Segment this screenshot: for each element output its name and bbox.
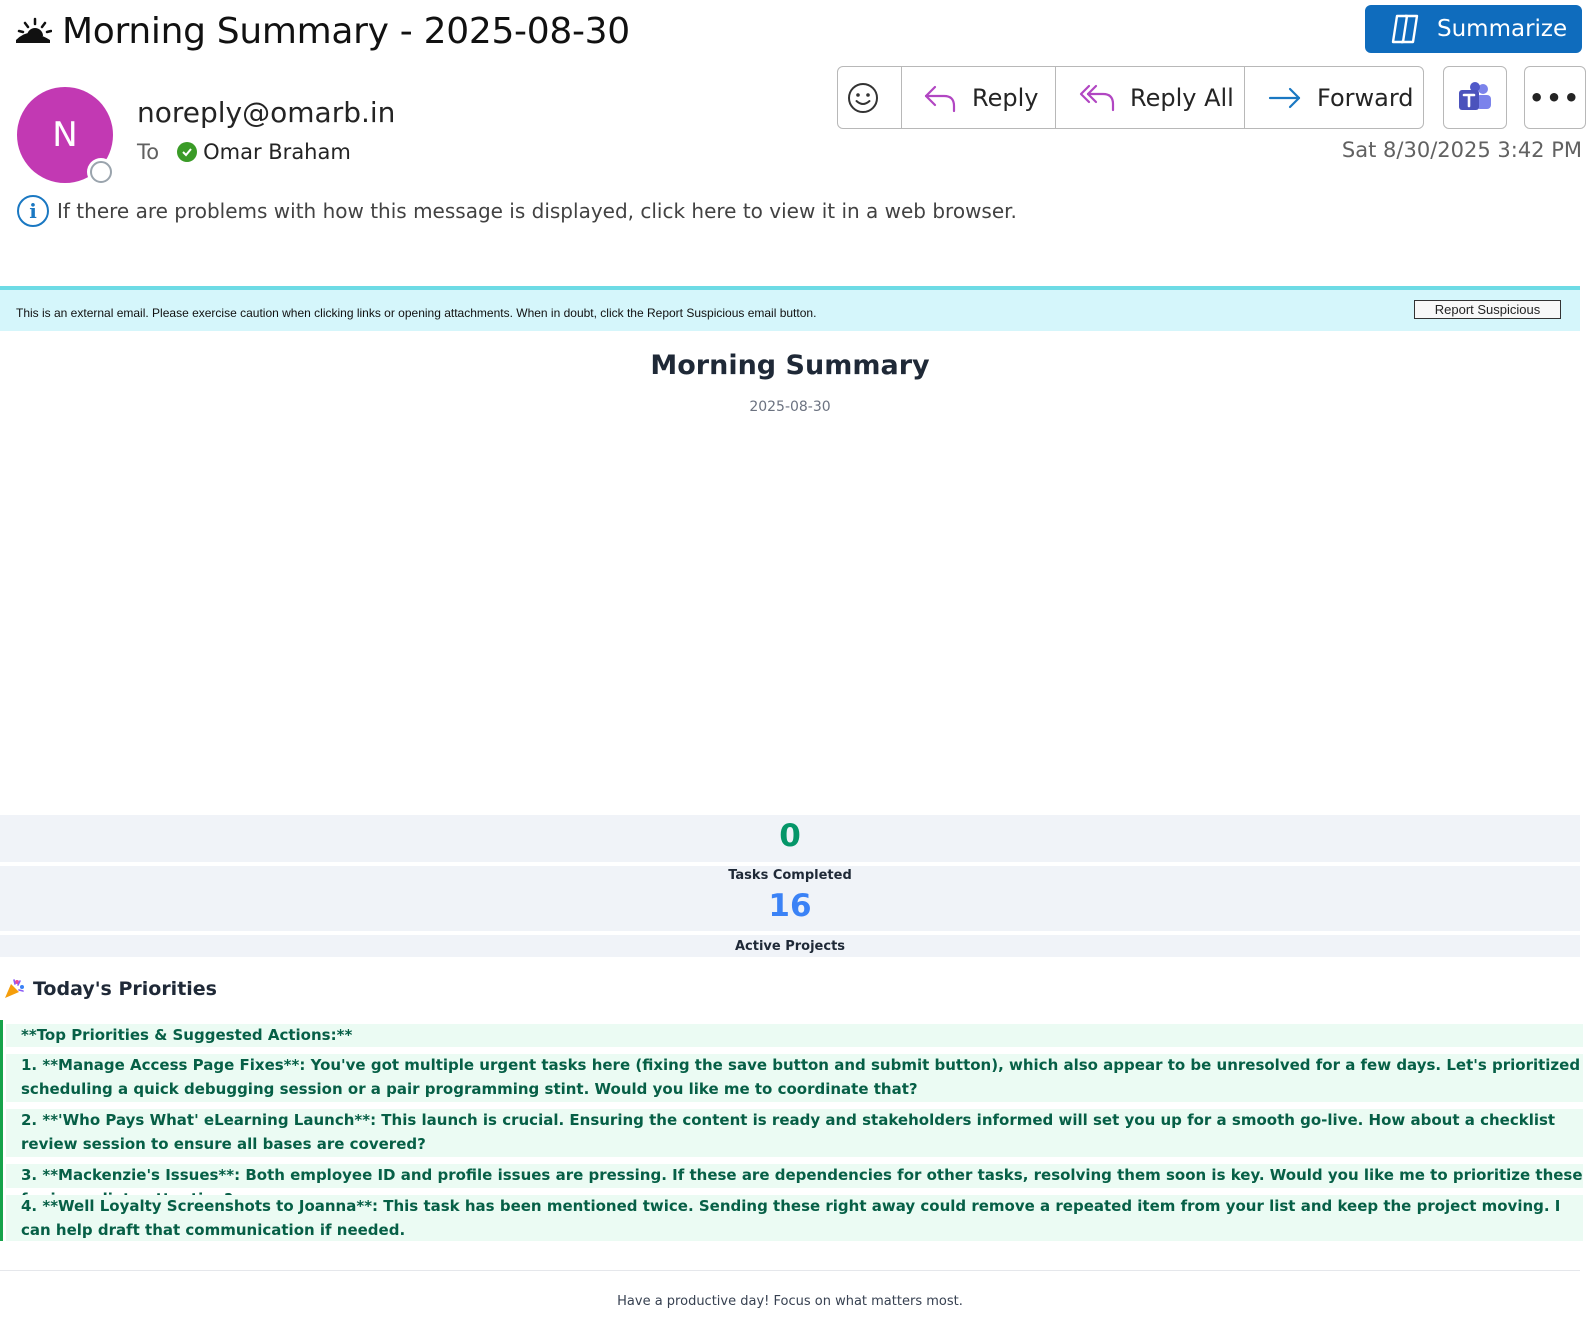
priority-header: **Top Priorities & Suggested Actions:** (6, 1024, 1583, 1047)
reply-button[interactable]: Reply (902, 67, 1056, 128)
presence-status-icon (87, 158, 115, 186)
priorities-heading: Today's Priorities (3, 978, 217, 1000)
info-icon: i (17, 195, 49, 227)
external-email-banner: This is an external email. Please exerci… (0, 286, 1580, 331)
tasks-completed-value: 0 (779, 818, 801, 854)
display-problem-text[interactable]: If there are problems with how this mess… (57, 199, 1017, 223)
priority-item: 4. **Well Loyalty Screenshots to Joanna*… (6, 1195, 1583, 1241)
teams-icon (1459, 81, 1491, 110)
forward-button[interactable]: Forward (1245, 67, 1423, 128)
teams-share-button[interactable] (1443, 66, 1507, 129)
summarize-label: Summarize (1437, 16, 1568, 42)
display-problem-notice[interactable]: i If there are problems with how this me… (17, 195, 1017, 227)
more-actions-button[interactable]: ••• (1524, 66, 1586, 129)
email-subject: Morning Summary - 2025-08-30 (62, 10, 630, 52)
copilot-icon (1391, 14, 1419, 44)
summary-date: 2025-08-30 (749, 399, 831, 415)
priority-item: 3. **Mackenzie's Issues**: Both employee… (6, 1164, 1583, 1208)
reply-all-icon (1079, 84, 1115, 111)
tasks-completed-label: Tasks Completed (728, 868, 852, 883)
active-projects-label: Active Projects (734, 939, 846, 954)
priorities-list: **Top Priorities & Suggested Actions:** … (0, 1020, 1583, 1241)
reply-all-label: Reply All (1130, 83, 1234, 112)
sent-date: Sat 8/30/2025 3:42 PM (1341, 138, 1582, 162)
reply-label: Reply (972, 83, 1039, 112)
recipient-name[interactable]: Omar Braham (203, 140, 351, 164)
subject-row: Morning Summary - 2025-08-30 (14, 6, 630, 56)
priorities-title: Today's Priorities (33, 978, 217, 1000)
forward-arrow-icon (1268, 87, 1301, 108)
recipient-row: To Omar Braham (137, 140, 351, 164)
footer-divider (0, 1270, 1580, 1271)
sunrise-icon (16, 17, 52, 43)
avatar-initial: N (52, 115, 78, 155)
summary-title: Morning Summary (650, 350, 930, 381)
sender-address[interactable]: noreply@omarb.in (137, 96, 395, 129)
external-warning-text: This is an external email. Please exerci… (16, 306, 817, 320)
priority-item: 1. **Manage Access Page Fixes**: You've … (6, 1054, 1583, 1102)
report-suspicious-button[interactable]: Report Suspicious (1414, 300, 1561, 319)
footer-message: Have a productive day! Focus on what mat… (617, 1294, 963, 1309)
available-check-icon (177, 142, 198, 162)
forward-label: Forward (1317, 83, 1414, 112)
message-actions: Reply Reply All Forward (837, 66, 1424, 129)
party-popper-icon (5, 979, 24, 998)
summarize-button[interactable]: Summarize (1365, 5, 1582, 53)
reply-icon (924, 85, 956, 112)
to-label: To (137, 140, 160, 164)
react-button[interactable] (838, 67, 902, 128)
priority-item: 2. **'Who Pays What' eLearning Launch**:… (6, 1109, 1583, 1157)
smiley-icon (847, 82, 878, 113)
reply-all-button[interactable]: Reply All (1056, 67, 1245, 128)
active-projects-value: 16 (768, 888, 812, 924)
